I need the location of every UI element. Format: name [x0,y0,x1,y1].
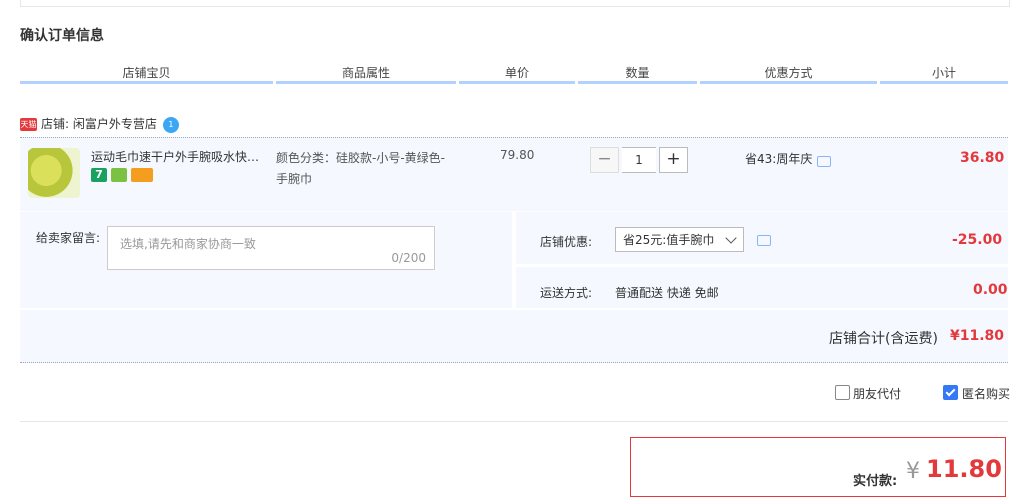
seller-message-input[interactable]: 选填,请先和商家协商一致 0/200 [107,226,435,270]
friend-pay-checkbox[interactable] [835,385,850,400]
promo-text: 省43:周年庆 [745,152,813,166]
payment-label: 实付款: [853,474,898,489]
header-underline [578,81,697,84]
message-icon[interactable] [757,235,771,246]
product-attributes: 颜色分类：硅胶款-小号-黄绿色- 手腕巾 [276,148,456,190]
shop-name-link[interactable]: 闲富户外专营店 [73,117,157,131]
payment-amount: 11.80 [926,455,1002,483]
shop-discount-label: 店铺优惠: [540,235,593,249]
increase-qty-button[interactable]: + [659,147,688,173]
header-underline [700,81,877,84]
header-underline [880,81,1008,84]
quantity-input[interactable]: 1 [622,147,656,173]
unit-price: 79.80 [500,148,535,162]
shop-total-amount: ¥11.80 [950,328,1005,344]
attr-line: 手腕巾 [276,172,313,186]
promo-info: 省43:周年庆 [745,150,832,167]
currency-symbol: ¥ [906,459,920,484]
shop-discount-select[interactable]: 省25元:值手腕巾 [615,227,744,252]
item-subtotal: 36.80 [960,150,1005,166]
shipping-method: 普通配送 快递 免邮 [615,286,719,300]
product-title-link[interactable]: 运动毛巾速干户外手腕吸水快干毛巾 [91,148,271,165]
anonymous-purchase-label[interactable]: 匿名购买 [962,385,1010,402]
shop-discount-amount: -25.00 [952,232,1003,248]
message-icon[interactable] [817,156,832,167]
insurance-icon[interactable] [111,168,127,182]
anonymous-purchase-checkbox[interactable] [943,385,958,400]
shop-row: 天猫 店铺: 闲富户外专营店 1 [20,114,179,134]
shop-discount-selected: 省25元:值手腕巾 [623,233,715,247]
chevron-down-icon [725,232,737,244]
seven-day-return-icon[interactable]: 7 [91,168,107,182]
message-label: 给卖家留言: [36,231,101,245]
header-underline [276,81,456,84]
product-thumbnail[interactable] [28,148,80,198]
shipping-label: 运送方式: [540,286,593,300]
previous-section-box [20,0,1010,7]
shop-total-label: 店铺合计(含运费) [829,331,938,347]
friend-pay-label[interactable]: 朋友代付 [853,385,901,402]
section-title: 确认订单信息 [20,28,104,44]
credit-card-icon[interactable] [131,168,153,182]
quantity-stepper: − 1 + [590,147,688,173]
message-placeholder: 选填,请先和商家协商一致 [120,237,256,251]
divider [20,421,1008,422]
tmall-icon: 天猫 [20,118,37,131]
wangwang-chat-icon[interactable]: 1 [162,116,179,133]
message-counter: 0/200 [391,251,426,265]
decrease-qty-button[interactable]: − [590,147,619,173]
header-underline [459,81,575,84]
shop-label: 店铺: [41,117,70,131]
header-underline [20,81,273,84]
shipping-amount: 0.00 [973,282,1008,298]
attr-line: 颜色分类：硅胶款-小号-黄绿色- [276,151,445,165]
